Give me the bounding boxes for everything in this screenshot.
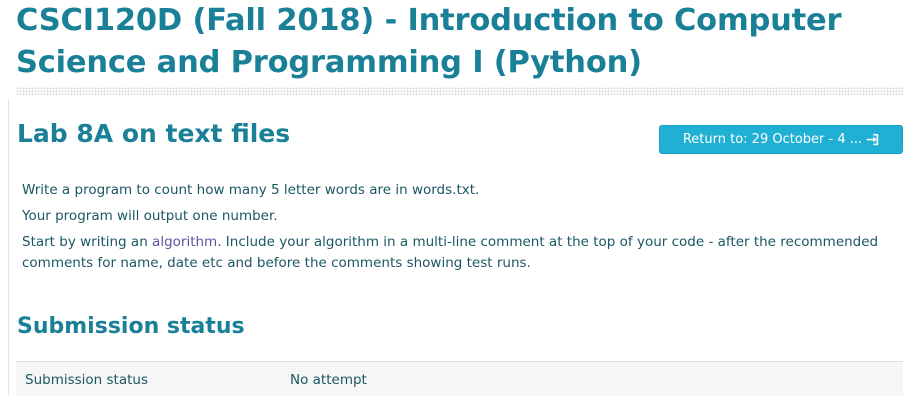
description-paragraph-3: Start by writing an algorithm. Include y… (22, 232, 882, 274)
status-row-label: Submission status (25, 372, 149, 388)
description-paragraph-2: Your program will output one number. (22, 208, 278, 224)
page: CSCI120D (Fall 2018) - Introduction to C… (0, 0, 920, 396)
table-row: Submission status No attempt (16, 362, 903, 396)
submission-status-table: Submission status No attempt (16, 361, 903, 396)
course-title: CSCI120D (Fall 2018) - Introduction to C… (16, 3, 842, 80)
dotted-separator (16, 87, 903, 95)
algorithm-link[interactable]: algorithm (152, 234, 217, 250)
status-row-value: No attempt (290, 372, 367, 388)
return-button-label: Return to: 29 October - 4 ... (682, 132, 863, 147)
sign-in-icon (866, 133, 879, 146)
submission-status-heading: Submission status (17, 314, 245, 339)
return-to-section-button[interactable]: Return to: 29 October - 4 ... (659, 125, 903, 154)
activity-title: Lab 8A on text files (17, 119, 291, 148)
paragraph-3-text-before: Start by writing an (22, 234, 153, 250)
description-paragraph-1: Write a program to count how many 5 lett… (22, 182, 480, 198)
activity-description: Write a program to count how many 5 lett… (22, 180, 882, 279)
